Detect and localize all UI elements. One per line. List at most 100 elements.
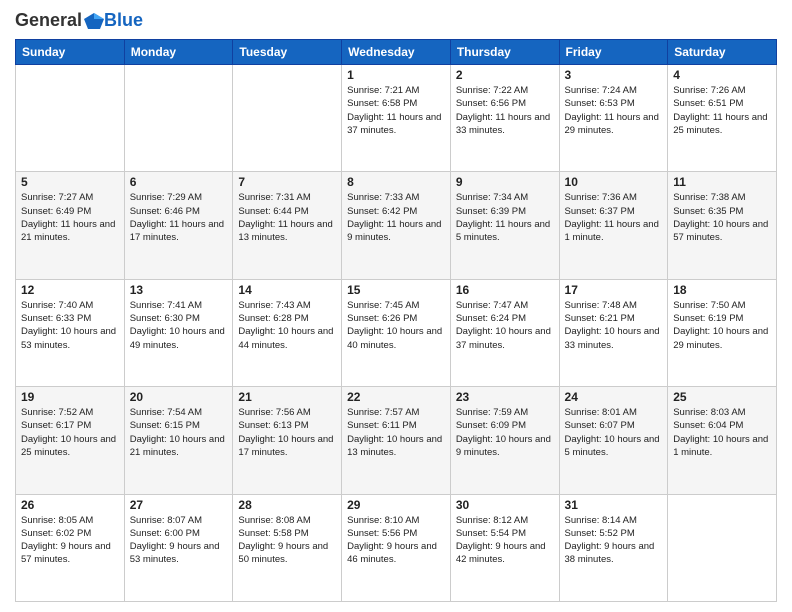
day-info: Sunrise: 7:21 AMSunset: 6:58 PMDaylight:… (347, 84, 445, 137)
day-number: 18 (673, 283, 771, 297)
week-row-5: 26 Sunrise: 8:05 AMSunset: 6:02 PMDaylig… (16, 494, 777, 601)
calendar: SundayMondayTuesdayWednesdayThursdayFrid… (15, 39, 777, 602)
day-number: 10 (565, 175, 663, 189)
week-row-4: 19 Sunrise: 7:52 AMSunset: 6:17 PMDaylig… (16, 387, 777, 494)
day-number: 16 (456, 283, 554, 297)
week-row-3: 12 Sunrise: 7:40 AMSunset: 6:33 PMDaylig… (16, 279, 777, 386)
day-cell: 8 Sunrise: 7:33 AMSunset: 6:42 PMDayligh… (342, 172, 451, 279)
day-number: 2 (456, 68, 554, 82)
day-number: 26 (21, 498, 119, 512)
day-number: 20 (130, 390, 228, 404)
weekday-saturday: Saturday (668, 40, 777, 65)
day-cell: 4 Sunrise: 7:26 AMSunset: 6:51 PMDayligh… (668, 65, 777, 172)
day-cell: 27 Sunrise: 8:07 AMSunset: 6:00 PMDaylig… (124, 494, 233, 601)
week-row-2: 5 Sunrise: 7:27 AMSunset: 6:49 PMDayligh… (16, 172, 777, 279)
day-number: 11 (673, 175, 771, 189)
day-info: Sunrise: 7:29 AMSunset: 6:46 PMDaylight:… (130, 191, 228, 244)
day-info: Sunrise: 7:47 AMSunset: 6:24 PMDaylight:… (456, 299, 554, 352)
day-info: Sunrise: 8:08 AMSunset: 5:58 PMDaylight:… (238, 514, 336, 567)
weekday-friday: Friday (559, 40, 668, 65)
logo: General Blue (15, 10, 143, 31)
day-info: Sunrise: 8:07 AMSunset: 6:00 PMDaylight:… (130, 514, 228, 567)
day-info: Sunrise: 7:48 AMSunset: 6:21 PMDaylight:… (565, 299, 663, 352)
logo-icon (84, 13, 104, 29)
weekday-header-row: SundayMondayTuesdayWednesdayThursdayFrid… (16, 40, 777, 65)
day-info: Sunrise: 7:54 AMSunset: 6:15 PMDaylight:… (130, 406, 228, 459)
day-number: 15 (347, 283, 445, 297)
day-cell: 28 Sunrise: 8:08 AMSunset: 5:58 PMDaylig… (233, 494, 342, 601)
day-cell: 25 Sunrise: 8:03 AMSunset: 6:04 PMDaylig… (668, 387, 777, 494)
day-info: Sunrise: 7:38 AMSunset: 6:35 PMDaylight:… (673, 191, 771, 244)
day-info: Sunrise: 7:57 AMSunset: 6:11 PMDaylight:… (347, 406, 445, 459)
day-cell: 15 Sunrise: 7:45 AMSunset: 6:26 PMDaylig… (342, 279, 451, 386)
day-info: Sunrise: 7:31 AMSunset: 6:44 PMDaylight:… (238, 191, 336, 244)
day-info: Sunrise: 7:45 AMSunset: 6:26 PMDaylight:… (347, 299, 445, 352)
day-number: 19 (21, 390, 119, 404)
day-cell: 7 Sunrise: 7:31 AMSunset: 6:44 PMDayligh… (233, 172, 342, 279)
day-info: Sunrise: 7:36 AMSunset: 6:37 PMDaylight:… (565, 191, 663, 244)
day-info: Sunrise: 7:43 AMSunset: 6:28 PMDaylight:… (238, 299, 336, 352)
day-cell: 3 Sunrise: 7:24 AMSunset: 6:53 PMDayligh… (559, 65, 668, 172)
day-number: 6 (130, 175, 228, 189)
day-info: Sunrise: 8:10 AMSunset: 5:56 PMDaylight:… (347, 514, 445, 567)
header: General Blue (15, 10, 777, 31)
day-info: Sunrise: 7:26 AMSunset: 6:51 PMDaylight:… (673, 84, 771, 137)
day-cell: 6 Sunrise: 7:29 AMSunset: 6:46 PMDayligh… (124, 172, 233, 279)
day-info: Sunrise: 7:50 AMSunset: 6:19 PMDaylight:… (673, 299, 771, 352)
day-cell: 22 Sunrise: 7:57 AMSunset: 6:11 PMDaylig… (342, 387, 451, 494)
day-number: 14 (238, 283, 336, 297)
day-number: 12 (21, 283, 119, 297)
day-cell: 31 Sunrise: 8:14 AMSunset: 5:52 PMDaylig… (559, 494, 668, 601)
day-cell (668, 494, 777, 601)
day-info: Sunrise: 8:01 AMSunset: 6:07 PMDaylight:… (565, 406, 663, 459)
day-number: 25 (673, 390, 771, 404)
weekday-wednesday: Wednesday (342, 40, 451, 65)
day-cell: 26 Sunrise: 8:05 AMSunset: 6:02 PMDaylig… (16, 494, 125, 601)
day-number: 5 (21, 175, 119, 189)
day-info: Sunrise: 8:03 AMSunset: 6:04 PMDaylight:… (673, 406, 771, 459)
weekday-thursday: Thursday (450, 40, 559, 65)
day-cell (124, 65, 233, 172)
day-cell: 1 Sunrise: 7:21 AMSunset: 6:58 PMDayligh… (342, 65, 451, 172)
day-number: 23 (456, 390, 554, 404)
day-cell: 17 Sunrise: 7:48 AMSunset: 6:21 PMDaylig… (559, 279, 668, 386)
day-number: 9 (456, 175, 554, 189)
day-number: 21 (238, 390, 336, 404)
day-info: Sunrise: 7:34 AMSunset: 6:39 PMDaylight:… (456, 191, 554, 244)
day-info: Sunrise: 8:12 AMSunset: 5:54 PMDaylight:… (456, 514, 554, 567)
day-cell: 24 Sunrise: 8:01 AMSunset: 6:07 PMDaylig… (559, 387, 668, 494)
logo-blue: Blue (104, 10, 143, 30)
day-info: Sunrise: 8:14 AMSunset: 5:52 PMDaylight:… (565, 514, 663, 567)
day-number: 1 (347, 68, 445, 82)
day-number: 22 (347, 390, 445, 404)
day-number: 13 (130, 283, 228, 297)
day-info: Sunrise: 7:59 AMSunset: 6:09 PMDaylight:… (456, 406, 554, 459)
logo-general: General (15, 10, 82, 31)
page: General Blue SundayMondayTuesdayWednesday… (0, 0, 792, 612)
day-info: Sunrise: 7:24 AMSunset: 6:53 PMDaylight:… (565, 84, 663, 137)
day-info: Sunrise: 7:56 AMSunset: 6:13 PMDaylight:… (238, 406, 336, 459)
day-info: Sunrise: 7:52 AMSunset: 6:17 PMDaylight:… (21, 406, 119, 459)
day-cell: 5 Sunrise: 7:27 AMSunset: 6:49 PMDayligh… (16, 172, 125, 279)
day-cell: 14 Sunrise: 7:43 AMSunset: 6:28 PMDaylig… (233, 279, 342, 386)
day-cell: 2 Sunrise: 7:22 AMSunset: 6:56 PMDayligh… (450, 65, 559, 172)
week-row-1: 1 Sunrise: 7:21 AMSunset: 6:58 PMDayligh… (16, 65, 777, 172)
day-number: 30 (456, 498, 554, 512)
day-cell: 29 Sunrise: 8:10 AMSunset: 5:56 PMDaylig… (342, 494, 451, 601)
day-cell: 16 Sunrise: 7:47 AMSunset: 6:24 PMDaylig… (450, 279, 559, 386)
day-number: 17 (565, 283, 663, 297)
day-info: Sunrise: 7:41 AMSunset: 6:30 PMDaylight:… (130, 299, 228, 352)
day-cell: 12 Sunrise: 7:40 AMSunset: 6:33 PMDaylig… (16, 279, 125, 386)
day-info: Sunrise: 7:22 AMSunset: 6:56 PMDaylight:… (456, 84, 554, 137)
weekday-monday: Monday (124, 40, 233, 65)
day-number: 3 (565, 68, 663, 82)
day-number: 7 (238, 175, 336, 189)
day-number: 24 (565, 390, 663, 404)
day-info: Sunrise: 7:40 AMSunset: 6:33 PMDaylight:… (21, 299, 119, 352)
day-info: Sunrise: 7:33 AMSunset: 6:42 PMDaylight:… (347, 191, 445, 244)
day-number: 29 (347, 498, 445, 512)
day-number: 8 (347, 175, 445, 189)
day-cell: 9 Sunrise: 7:34 AMSunset: 6:39 PMDayligh… (450, 172, 559, 279)
day-cell (233, 65, 342, 172)
weekday-sunday: Sunday (16, 40, 125, 65)
